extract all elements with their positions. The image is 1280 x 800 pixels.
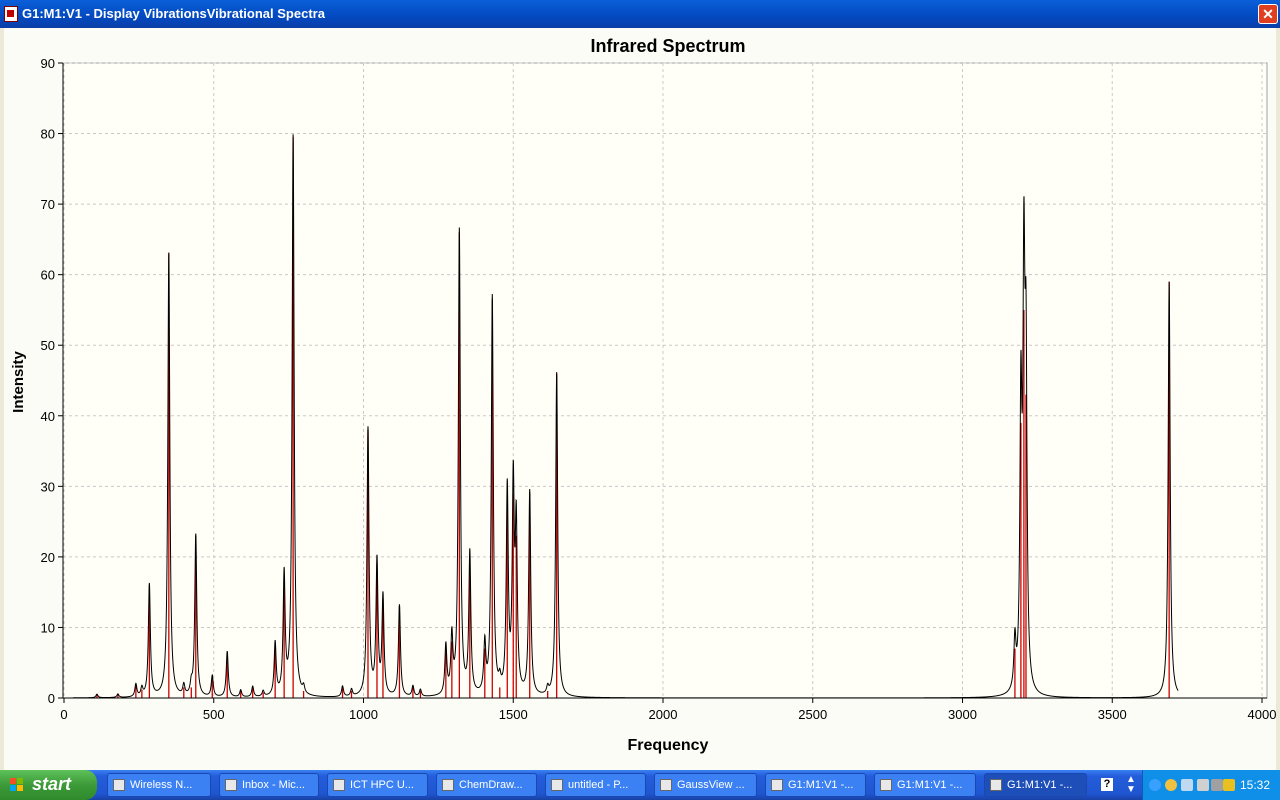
y-tick-label: 10	[41, 620, 55, 635]
taskbar: start Wireless N... Inbox - Mic... ICT HPC…	[0, 770, 1280, 800]
x-tick-label: 0	[60, 707, 67, 722]
close-button[interactable]: ✕	[1258, 4, 1278, 24]
taskbar-button-1[interactable]: Wireless N...	[107, 773, 211, 797]
tray-expand-icon[interactable]	[1149, 779, 1161, 791]
taskbar-button-2[interactable]: Inbox - Mic...	[219, 773, 319, 797]
start-label: start	[32, 774, 72, 794]
taskbar-button-3[interactable]: ICT HPC U...	[327, 773, 428, 797]
y-axis-label: Intensity	[10, 351, 27, 413]
y-tick-label: 60	[41, 268, 55, 283]
x-tick-label: 3500	[1098, 707, 1127, 722]
x-tick-label: 4000	[1248, 707, 1276, 722]
network-icon[interactable]	[1181, 779, 1193, 791]
x-tick-label: 3000	[948, 707, 977, 722]
window-icon[interactable]	[4, 6, 18, 22]
windows-logo-icon	[10, 778, 24, 792]
wireless-icon	[113, 779, 125, 791]
ie-icon	[333, 779, 345, 791]
volume-icon[interactable]	[1197, 779, 1209, 791]
taskbar-button-label: Wireless N...	[130, 779, 193, 791]
taskbar-button-6[interactable]: GaussView ...	[654, 773, 757, 797]
gaussview-doc-icon	[990, 779, 1002, 791]
taskbar-button-label: GaussView ...	[677, 779, 745, 791]
taskbar-button-5[interactable]: untitled - P...	[545, 773, 646, 797]
y-tick-label: 80	[41, 127, 55, 142]
taskbar-button-4[interactable]: ChemDraw...	[436, 773, 537, 797]
clock: 15:32	[1239, 778, 1270, 792]
taskbar-button-label: G1:M1:V1 -...	[788, 779, 854, 791]
wireless-tray-icon[interactable]	[1211, 779, 1223, 791]
taskbar-button-9[interactable]: G1:M1:V1 -...	[984, 773, 1087, 797]
y-tick-label: 20	[41, 550, 55, 565]
quicklaunch-chevron-icon[interactable]: ▲ ▼	[1126, 775, 1136, 795]
chart-panel: Infrared Spectrum 0 500 1000 1500 2000 2500 30…	[4, 28, 1276, 770]
taskbar-button-8[interactable]: G1:M1:V1 -...	[874, 773, 976, 797]
taskbar-button-label: ICT HPC U...	[350, 779, 414, 791]
x-tick-label: 1000	[349, 707, 378, 722]
gaussview-doc-icon	[880, 779, 892, 791]
y-tick-label: 70	[41, 197, 55, 212]
window-title: G1:M1:V1 - Display VibrationsVibrational…	[22, 6, 325, 21]
taskbar-button-label: untitled - P...	[568, 779, 629, 791]
x-tick-label: 2000	[649, 707, 678, 722]
taskbar-button-label: G1:M1:V1 -...	[1007, 779, 1073, 791]
x-tick-label: 1500	[499, 707, 528, 722]
gaussview-icon	[660, 779, 672, 791]
y-tick-label: 50	[41, 338, 55, 353]
y-tick-label: 40	[41, 409, 55, 424]
plot-area	[62, 62, 1268, 699]
y-tick-label: 30	[41, 479, 55, 494]
start-button[interactable]: start	[0, 770, 97, 800]
gaussview-doc-icon	[771, 779, 783, 791]
taskbar-button-label: Inbox - Mic...	[242, 779, 305, 791]
ir-spectrum-chart: Infrared Spectrum 0 500 1000 1500 2000 2500 30…	[10, 36, 1276, 754]
y-tick-label: 90	[41, 56, 55, 71]
security-shield-icon[interactable]	[1223, 779, 1235, 791]
chemdraw-icon	[442, 779, 454, 791]
chart-title: Infrared Spectrum	[590, 36, 745, 56]
y-tick-label: 0	[48, 691, 55, 706]
taskbar-button-label: G1:M1:V1 -...	[897, 779, 963, 791]
paint-icon	[551, 779, 563, 791]
help-icon[interactable]: ?	[1101, 778, 1113, 791]
x-tick-label: 500	[203, 707, 225, 722]
taskbar-button-7[interactable]: G1:M1:V1 -...	[765, 773, 866, 797]
x-tick-label: 2500	[798, 707, 827, 722]
outlook-tray-icon[interactable]	[1165, 779, 1177, 791]
system-tray: 15:32	[1142, 770, 1280, 800]
taskbar-button-label: ChemDraw...	[459, 779, 523, 791]
outlook-icon	[225, 779, 237, 791]
title-bar: G1:M1:V1 - Display VibrationsVibrational…	[0, 0, 1280, 28]
x-axis-label: Frequency	[628, 737, 709, 754]
